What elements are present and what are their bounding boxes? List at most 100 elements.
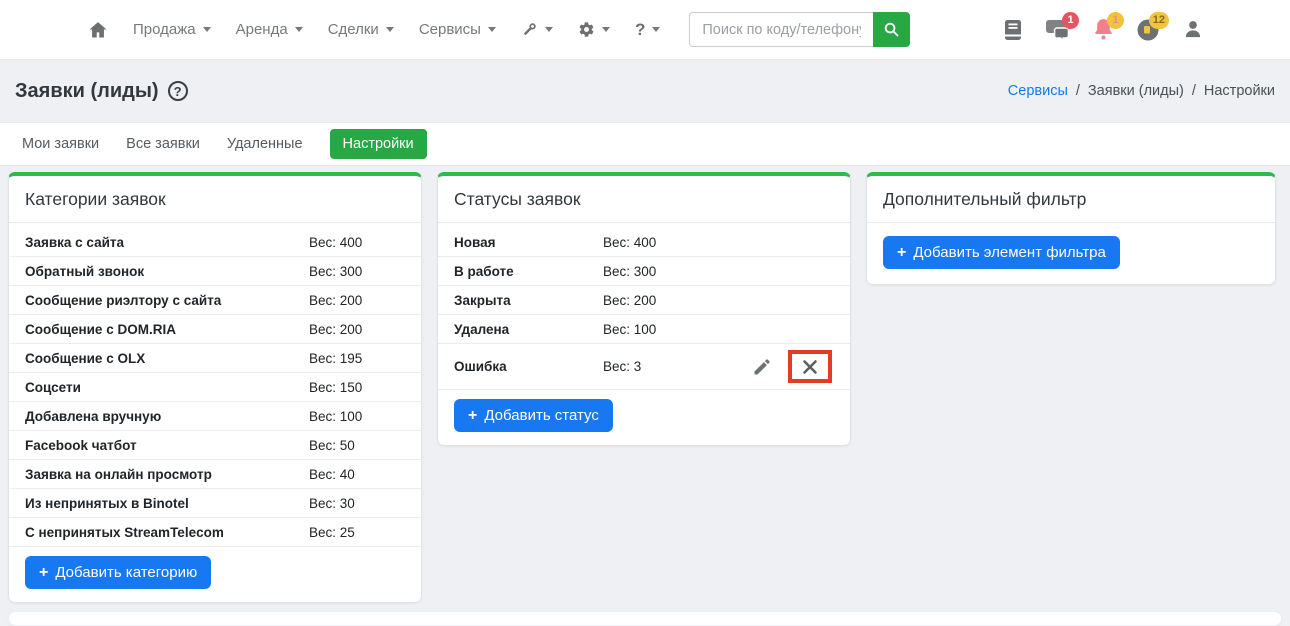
category-row[interactable]: Из непринятых в Binotel Вес: 30: [9, 489, 421, 518]
category-weight: Вес: 100: [309, 409, 362, 424]
tab[interactable]: Все заявки: [126, 136, 200, 152]
category-name: Сообщение риэлтору с сайта: [25, 293, 309, 308]
category-name: Сообщение с DOM.RIA: [25, 322, 309, 337]
category-name: Добавлена вручную: [25, 409, 309, 424]
category-row[interactable]: Соцсети Вес: 150: [9, 373, 421, 402]
category-row[interactable]: Заявка на онлайн просмотр Вес: 40: [9, 460, 421, 489]
page-help-icon[interactable]: ?: [168, 81, 188, 101]
tab[interactable]: Мои заявки: [22, 136, 99, 152]
search-input[interactable]: [689, 12, 873, 47]
category-weight: Вес: 200: [309, 322, 362, 337]
category-weight: Вес: 200: [309, 293, 362, 308]
category-row[interactable]: Обратный звонок Вес: 300: [9, 257, 421, 286]
status-row[interactable]: Новая Вес: 400: [438, 228, 850, 257]
category-weight: Вес: 50: [309, 438, 355, 453]
tools-dropdown[interactable]: [521, 21, 553, 38]
category-weight: Вес: 40: [309, 467, 355, 482]
category-row[interactable]: С непринятых StreamTelecom Вес: 25: [9, 518, 421, 547]
status-name: Новая: [454, 235, 603, 250]
statuses-panel: Статусы заявок Новая Вес: 400 В работе В…: [437, 172, 851, 446]
content-area: Категории заявок Заявка с сайта Вес: 400…: [0, 166, 1290, 603]
status-row[interactable]: В работе Вес: 300: [438, 257, 850, 286]
category-row[interactable]: Добавлена вручную Вес: 100: [9, 402, 421, 431]
category-weight: Вес: 150: [309, 380, 362, 395]
category-weight: Вес: 30: [309, 496, 355, 511]
status-row[interactable]: Ошибка Вес: 3: [438, 344, 850, 390]
x-icon: [802, 359, 818, 375]
category-name: Сообщение с OLX: [25, 351, 309, 366]
plus-icon: +: [468, 408, 477, 424]
nav-menu-label: Аренда: [236, 21, 288, 38]
wrench-icon: [521, 21, 538, 38]
status-row[interactable]: Закрыта Вес: 200: [438, 286, 850, 315]
home-icon[interactable]: [88, 20, 108, 40]
category-row[interactable]: Сообщение с DOM.RIA Вес: 200: [9, 315, 421, 344]
plus-icon: +: [39, 565, 48, 581]
status-weight: Вес: 200: [603, 293, 656, 308]
add-filter-element-label: Добавить элемент фильтра: [913, 244, 1106, 261]
status-name: В работе: [454, 264, 603, 279]
status-weight: Вес: 3: [603, 359, 641, 374]
category-name: Соцсети: [25, 380, 309, 395]
category-row[interactable]: Сообщение с OLX Вес: 195: [9, 344, 421, 373]
nav-menu-item[interactable]: Аренда: [236, 21, 303, 38]
gear-icon: [578, 21, 595, 38]
category-name: Заявка с сайта: [25, 235, 309, 250]
breadcrumb: Сервисы / Заявки (лиды) / Настройки: [1008, 83, 1275, 99]
category-weight: Вес: 300: [309, 264, 362, 279]
category-row[interactable]: Сообщение риэлтору с сайта Вес: 200: [9, 286, 421, 315]
category-name: Заявка на онлайн просмотр: [25, 467, 309, 482]
caret-down-icon: [545, 27, 553, 32]
status-row-actions: [752, 350, 834, 383]
category-name: Facebook чатбот: [25, 438, 309, 453]
status-weight: Вес: 100: [603, 322, 656, 337]
caret-down-icon: [203, 27, 211, 32]
messages-badge: 1: [1062, 12, 1079, 29]
category-row[interactable]: Facebook чатбот Вес: 50: [9, 431, 421, 460]
statuses-panel-title: Статусы заявок: [438, 176, 850, 223]
search-button[interactable]: [873, 12, 910, 47]
nav-menu-item[interactable]: Продажа: [133, 21, 211, 38]
top-navbar: Продажа Аренда Сделки Сервисы ?: [0, 0, 1290, 60]
category-weight: Вес: 25: [309, 525, 355, 540]
bell-badge: 1: [1107, 12, 1124, 29]
tab-label: Настройки: [343, 136, 414, 152]
help-dropdown[interactable]: ?: [635, 20, 660, 40]
category-name: С непринятых StreamTelecom: [25, 525, 309, 540]
status-weight: Вес: 300: [603, 264, 656, 279]
filter-panel-title: Дополнительный фильтр: [867, 176, 1275, 223]
user-icon[interactable]: [1180, 16, 1206, 44]
journal-icon[interactable]: [1000, 16, 1026, 44]
nav-menu-label: Сервисы: [419, 21, 481, 38]
status-name: Ошибка: [454, 359, 603, 374]
messages-icon[interactable]: 1: [1045, 16, 1071, 44]
category-weight: Вес: 400: [309, 235, 362, 250]
nav-menu-item[interactable]: Сервисы: [419, 21, 496, 38]
delete-status-button[interactable]: [802, 359, 818, 375]
categories-panel-title: Категории заявок: [9, 176, 421, 223]
status-row[interactable]: Удалена Вес: 100: [438, 315, 850, 344]
tab[interactable]: Удаленные: [227, 136, 303, 152]
tab[interactable]: Настройки: [330, 129, 427, 159]
breadcrumb-link-services[interactable]: Сервисы: [1008, 83, 1068, 99]
add-status-button[interactable]: + Добавить статус: [454, 399, 613, 432]
caret-down-icon: [386, 27, 394, 32]
main-menu: Продажа Аренда Сделки Сервисы: [133, 21, 496, 38]
tab-label: Все заявки: [126, 136, 200, 152]
category-row[interactable]: Заявка с сайта Вес: 400: [9, 228, 421, 257]
plus-icon: +: [897, 245, 906, 261]
breadcrumb-item: Настройки: [1204, 83, 1275, 99]
caret-down-icon: [488, 27, 496, 32]
edit-status-button[interactable]: [752, 357, 772, 377]
bell-icon[interactable]: 1: [1090, 16, 1116, 44]
caret-down-icon: [602, 27, 610, 32]
nav-menu-item[interactable]: Сделки: [328, 21, 394, 38]
coin-icon[interactable]: 12: [1135, 16, 1161, 44]
add-category-button[interactable]: + Добавить категорию: [25, 556, 211, 589]
add-category-label: Добавить категорию: [55, 564, 197, 581]
add-filter-element-button[interactable]: + Добавить элемент фильтра: [883, 236, 1120, 269]
settings-dropdown[interactable]: [578, 21, 610, 38]
coin-badge: 12: [1149, 12, 1169, 29]
page-header: Заявки (лиды) ? Сервисы / Заявки (лиды) …: [0, 60, 1290, 122]
pencil-icon: [752, 357, 772, 377]
